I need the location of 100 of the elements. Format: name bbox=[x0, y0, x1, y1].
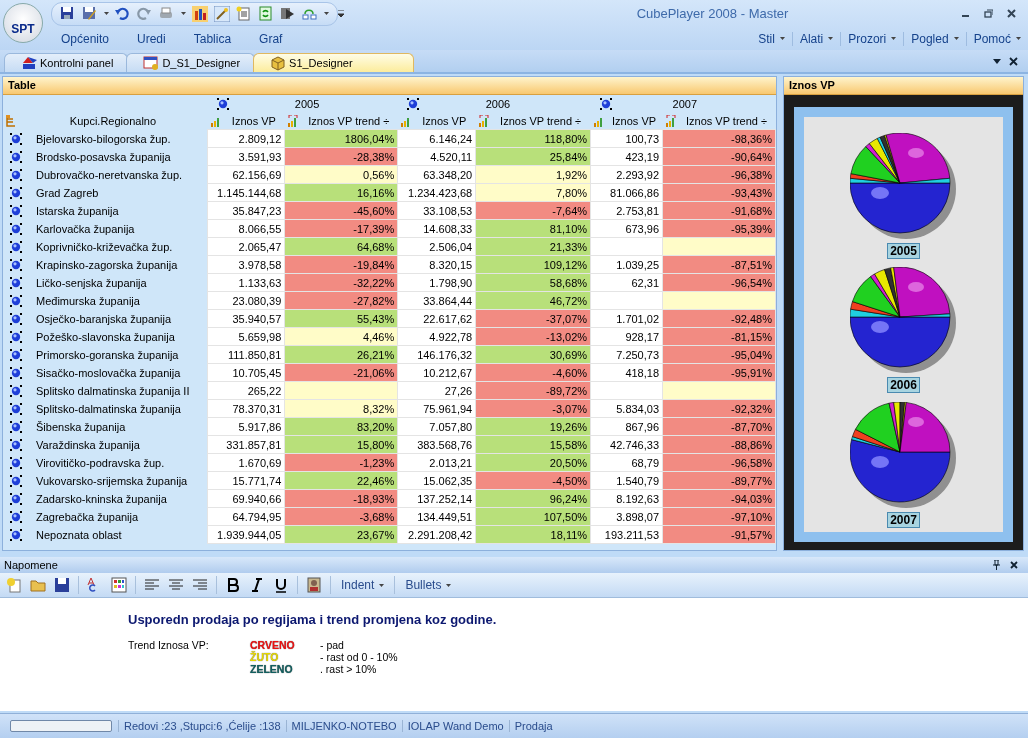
customize-caret-icon[interactable] bbox=[338, 9, 344, 18]
sphere-icon[interactable] bbox=[10, 204, 22, 217]
region-name: Grad Zagreb bbox=[36, 186, 99, 199]
align-center-icon[interactable] bbox=[168, 577, 184, 593]
sphere-icon[interactable] bbox=[10, 276, 22, 289]
close-icon[interactable] bbox=[1007, 9, 1016, 18]
ribbon-tab[interactable]: Općenito bbox=[47, 31, 124, 46]
sphere-icon[interactable] bbox=[10, 384, 22, 397]
sphere-icon[interactable] bbox=[10, 258, 22, 271]
document-icon[interactable] bbox=[236, 5, 252, 22]
bracket-bar-chart-icon[interactable] bbox=[287, 114, 298, 127]
caret-icon bbox=[104, 12, 109, 15]
restore-icon[interactable] bbox=[984, 9, 993, 18]
menu-button[interactable]: Alati bbox=[791, 31, 841, 46]
menu-button[interactable]: Pomoć bbox=[965, 31, 1028, 46]
sphere-icon[interactable] bbox=[10, 474, 22, 487]
portrait-icon[interactable] bbox=[306, 577, 322, 593]
legend-text: - pad bbox=[320, 639, 345, 651]
bracket-bar-chart-icon[interactable] bbox=[478, 114, 489, 127]
document-tab[interactable]: Kontrolni panel bbox=[4, 53, 129, 72]
sphere-icon[interactable] bbox=[10, 402, 22, 415]
bar-chart-icon[interactable] bbox=[192, 5, 208, 22]
underline-icon[interactable] bbox=[273, 577, 289, 593]
sphere-icon[interactable] bbox=[10, 420, 22, 433]
column-header: Iznos VP bbox=[611, 114, 658, 127]
document-tab[interactable]: S1_Designer bbox=[253, 53, 414, 72]
sphere-icon[interactable] bbox=[10, 492, 22, 505]
ribbon-tab[interactable]: Uredi bbox=[123, 31, 180, 46]
align-left-icon[interactable] bbox=[144, 577, 160, 593]
sphere-icon[interactable] bbox=[10, 330, 22, 343]
bold-icon[interactable] bbox=[225, 577, 241, 593]
sphere-icon[interactable] bbox=[10, 348, 22, 361]
save-icon[interactable] bbox=[54, 577, 70, 593]
italic-icon[interactable] bbox=[249, 577, 265, 593]
menu-button[interactable]: Pogled bbox=[903, 31, 966, 46]
align-right-icon[interactable] bbox=[192, 577, 208, 593]
sphere-icon[interactable] bbox=[10, 240, 22, 253]
region-name: Splitsko dalmatinska županija II bbox=[36, 384, 190, 397]
status-field: Prodaja bbox=[508, 720, 558, 732]
region-name: Istarska županija bbox=[36, 204, 119, 217]
window-title: CubePlayer 2008 - Master bbox=[635, 6, 790, 21]
table-cell: 100,73 bbox=[590, 129, 663, 148]
dropdown-icon[interactable] bbox=[993, 58, 1001, 64]
sphere-icon[interactable] bbox=[10, 312, 22, 325]
sphere-icon[interactable] bbox=[10, 186, 22, 199]
undo-icon[interactable] bbox=[115, 5, 131, 22]
sphere-icon[interactable] bbox=[10, 456, 22, 469]
sphere-icon[interactable] bbox=[599, 97, 612, 110]
refresh-icon[interactable] bbox=[258, 5, 274, 22]
region-name: Zadarsko-kninska županija bbox=[36, 492, 167, 505]
sphere-icon[interactable] bbox=[10, 150, 22, 163]
menu-button[interactable]: Prozori bbox=[840, 31, 904, 46]
region-name: Krapinsko-zagorska županija bbox=[36, 258, 178, 271]
sphere-icon[interactable] bbox=[216, 97, 229, 110]
cube-icon bbox=[270, 55, 287, 71]
sphere-icon[interactable] bbox=[10, 222, 22, 235]
caret-icon bbox=[324, 12, 329, 15]
app-menu-button[interactable]: SPT bbox=[3, 3, 43, 43]
sphere-icon[interactable] bbox=[10, 528, 22, 541]
document-tab[interactable]: D_S1_Designer bbox=[126, 53, 256, 72]
sphere-icon[interactable] bbox=[10, 510, 22, 523]
menu-button[interactable]: Indent bbox=[339, 578, 387, 592]
calendar-icon bbox=[143, 55, 160, 71]
folder-icon[interactable] bbox=[30, 577, 46, 593]
sphere-icon[interactable] bbox=[10, 294, 22, 307]
caret-icon bbox=[891, 37, 897, 40]
ribbon-tab[interactable]: Tablica bbox=[179, 31, 246, 46]
sphere-icon[interactable] bbox=[10, 438, 22, 451]
save-as-icon[interactable] bbox=[82, 5, 98, 22]
menu-button[interactable]: Bullets bbox=[403, 578, 454, 592]
region-name: Dubrovačko-neretvanska žup. bbox=[36, 168, 183, 181]
table-cell: 2.809,12 bbox=[207, 129, 285, 148]
caret-icon bbox=[379, 583, 385, 587]
close-icon[interactable] bbox=[1010, 561, 1018, 569]
region-name: Zagrebačka županija bbox=[36, 510, 139, 523]
color-grid-icon[interactable] bbox=[111, 577, 127, 593]
tree-icon[interactable] bbox=[6, 114, 16, 127]
caret-icon bbox=[446, 583, 452, 587]
region-name: Primorsko-goranska županija bbox=[36, 348, 179, 361]
legend-text: . rast > 10% bbox=[320, 663, 378, 675]
magic-wand-icon[interactable] bbox=[214, 5, 230, 22]
sphere-icon[interactable] bbox=[10, 366, 22, 379]
caret-icon bbox=[779, 37, 785, 40]
region-name: Međimurska županija bbox=[36, 294, 140, 307]
panel-title: Table bbox=[3, 77, 776, 95]
close-icon[interactable] bbox=[1009, 56, 1018, 66]
status-field: MILJENKO-NOTEBO bbox=[285, 720, 402, 732]
status-field: Redovi :23 ,Stupci:6 ,Ćelije :138 bbox=[118, 720, 286, 732]
sphere-icon[interactable] bbox=[10, 132, 22, 145]
sphere-icon[interactable] bbox=[10, 168, 22, 181]
column-header: Iznos VP bbox=[421, 114, 468, 127]
region-name: Nepoznata oblast bbox=[36, 528, 122, 541]
sphere-icon[interactable] bbox=[406, 97, 419, 110]
bracket-bar-chart-icon[interactable] bbox=[665, 114, 676, 127]
caret-icon bbox=[953, 37, 959, 40]
save-icon[interactable] bbox=[60, 5, 76, 22]
menu-button[interactable]: Stil bbox=[751, 31, 792, 46]
pin-icon[interactable] bbox=[993, 560, 1000, 570]
ribbon-tab[interactable]: Graf bbox=[245, 31, 297, 46]
play-icon[interactable] bbox=[280, 5, 296, 22]
